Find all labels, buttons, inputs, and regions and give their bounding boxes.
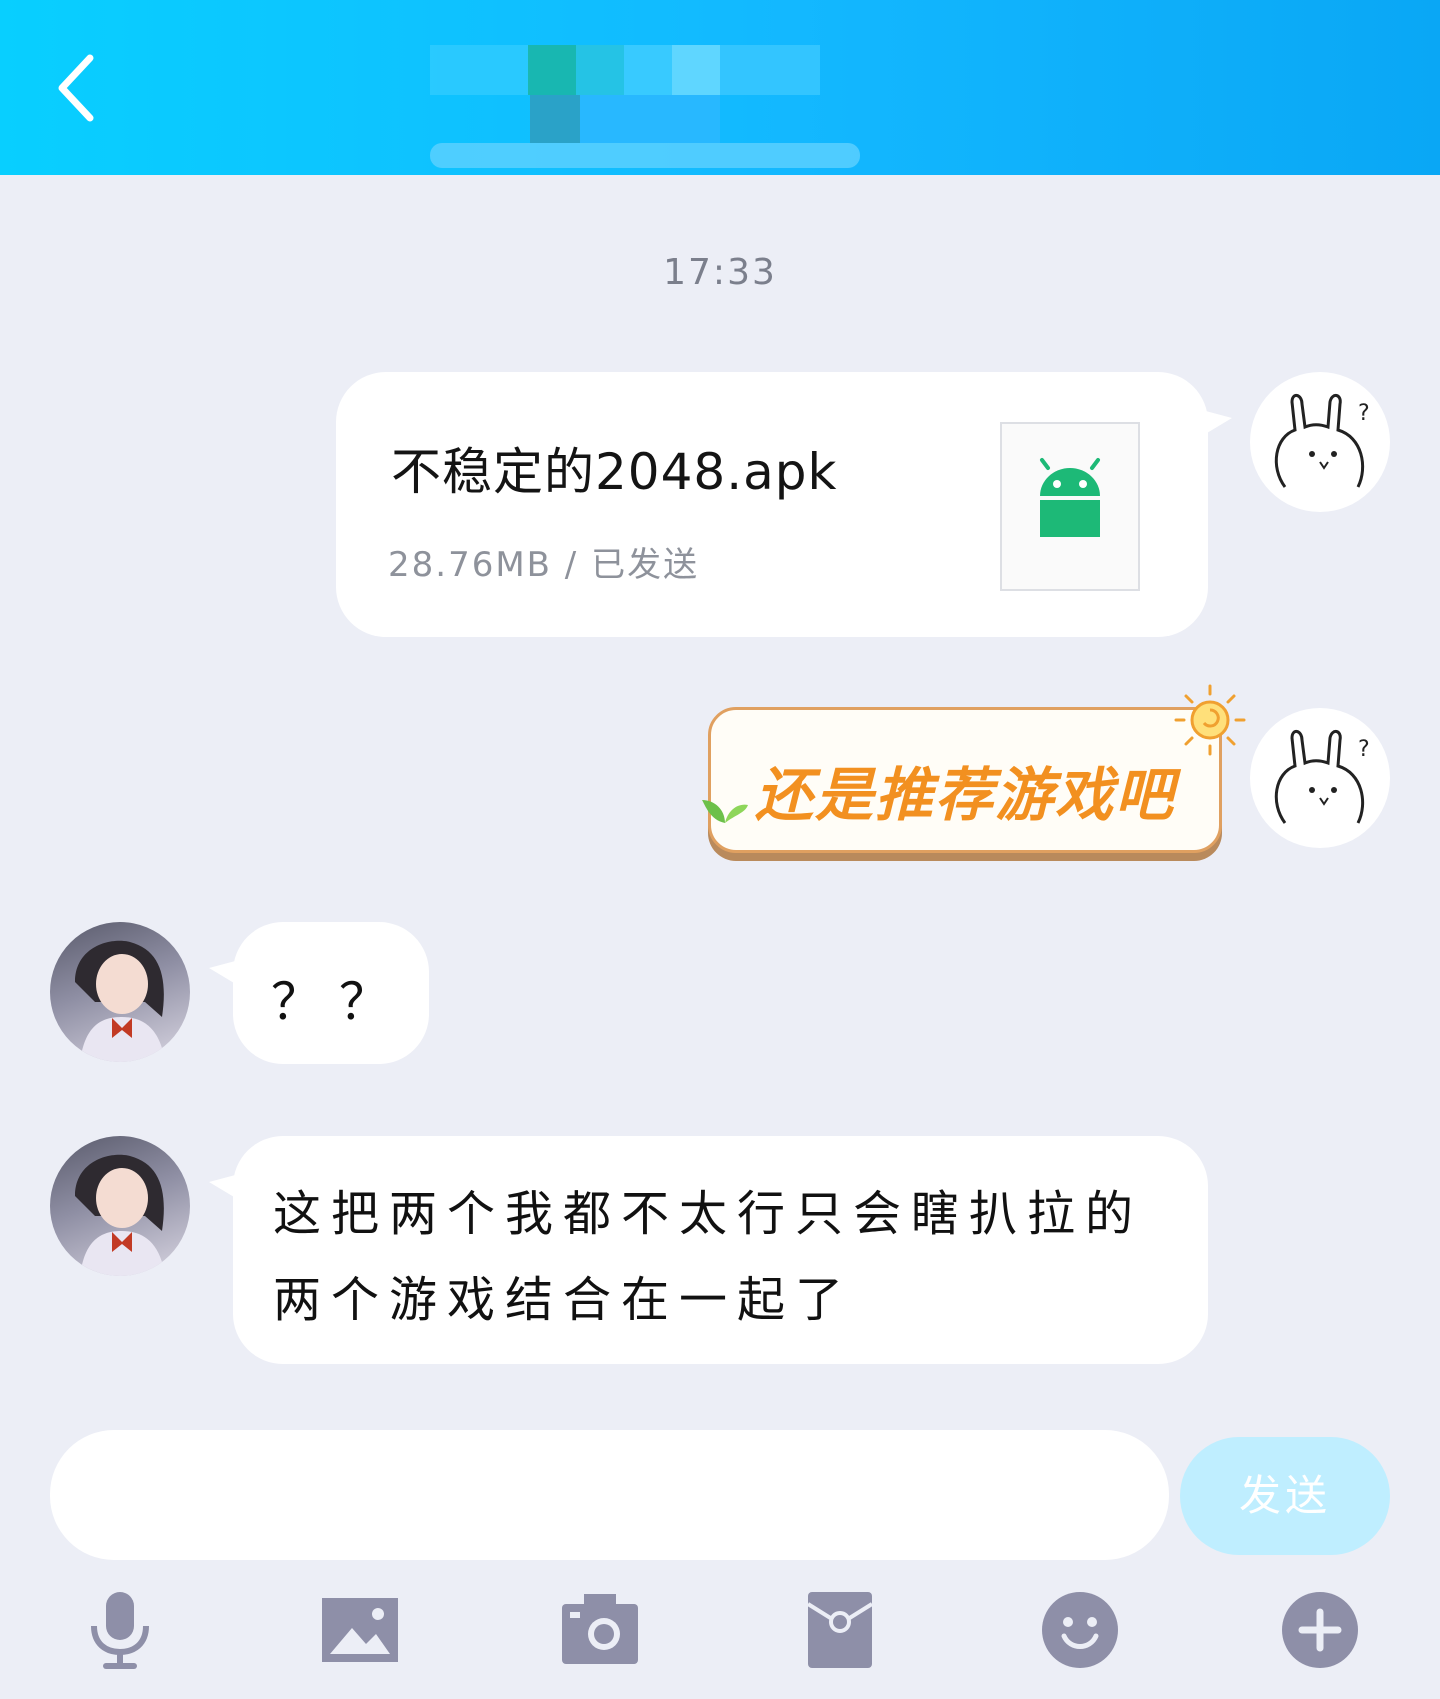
file-meta: 28.76MB / 已发送 [388, 545, 700, 585]
contact-avatar[interactable] [50, 1136, 190, 1276]
my-avatar[interactable]: ? [1250, 372, 1390, 512]
girl-avatar-icon [75, 940, 165, 1062]
message-text-line: 两个游戏结合在一起了 [273, 1272, 854, 1328]
svg-text:?: ? [1358, 737, 1370, 762]
camera-icon[interactable] [560, 1590, 640, 1670]
chat-header [0, 0, 1440, 175]
chevron-left-icon [58, 54, 94, 122]
timestamp: 17:33 [663, 252, 777, 293]
bunny-avatar-icon: ? [1274, 394, 1370, 488]
microphone-icon[interactable] [80, 1590, 160, 1670]
girl-avatar-icon [75, 1154, 165, 1276]
message-input[interactable] [50, 1430, 1169, 1560]
message-text: ？？ [271, 973, 407, 1031]
my-avatar[interactable]: ? [1250, 708, 1390, 848]
send-button[interactable]: 发送 [1180, 1437, 1390, 1555]
sun-icon [1174, 684, 1246, 756]
file-message-bubble[interactable]: 不稳定的2048.apk 28.76MB / 已发送 [336, 372, 1232, 637]
apk-file-thumbnail [1000, 422, 1140, 591]
sticker-message[interactable]: 还是推荐游戏吧 [708, 707, 1222, 853]
contact-avatar[interactable] [50, 922, 190, 1062]
red-packet-icon[interactable] [800, 1590, 880, 1670]
svg-text:?: ? [1358, 401, 1370, 426]
android-icon [1040, 458, 1100, 537]
text-message-bubble[interactable]: ？？ [209, 922, 429, 1064]
blurred-contact-name [430, 45, 860, 170]
file-name: 不稳定的2048.apk [391, 443, 838, 501]
emoji-icon[interactable] [1040, 1590, 1120, 1670]
plus-icon[interactable] [1280, 1590, 1360, 1670]
sticker-text: 还是推荐游戏吧 [754, 761, 1175, 829]
leaf-icon [702, 800, 748, 823]
message-text-line: 这把两个我都不太行只会瞎扒拉的 [273, 1186, 1144, 1242]
text-message-bubble[interactable]: 这把两个我都不太行只会瞎扒拉的 两个游戏结合在一起了 [209, 1136, 1208, 1364]
image-icon[interactable] [320, 1590, 400, 1670]
back-button[interactable] [50, 48, 110, 128]
bunny-avatar-icon: ? [1274, 730, 1370, 824]
